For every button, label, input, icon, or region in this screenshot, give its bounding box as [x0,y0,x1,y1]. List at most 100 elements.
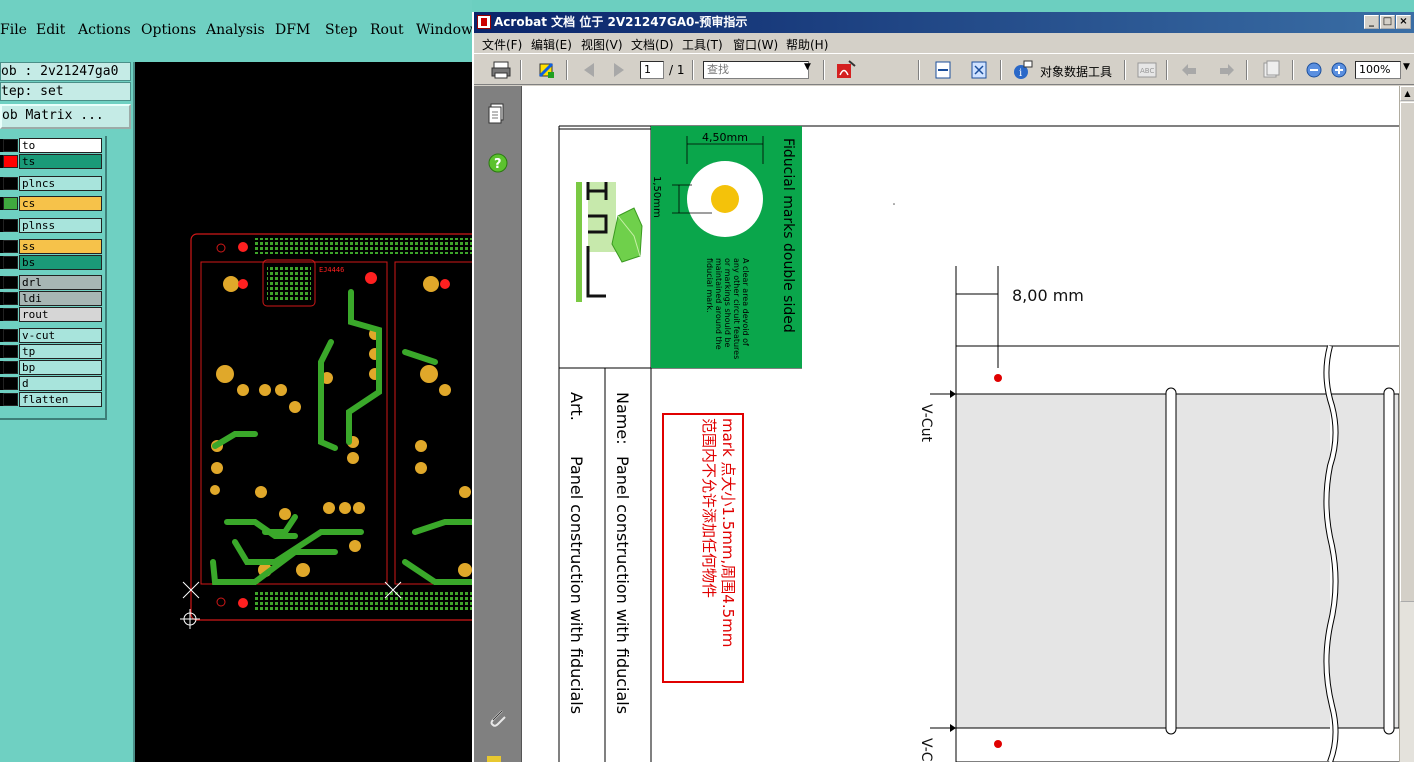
layer-name[interactable]: ss [19,239,102,254]
job-field[interactable]: ob : 2v21247ga0 [0,62,131,81]
cad-menu-analysis[interactable]: Analysis [206,22,265,38]
layer-row-drl[interactable]: drl [0,275,104,290]
acrobat-menu-item[interactable]: 文件(F) [482,36,522,53]
company-logo [576,182,643,302]
maximize-button[interactable]: □ [1380,15,1395,29]
next-page-icon[interactable] [608,60,630,80]
fiducial-inner-dimension: 1,50mm [651,176,662,218]
acrobat-menu-item[interactable]: 工具(T) [682,36,723,53]
layer-display-swatch[interactable] [3,155,18,168]
layer-name[interactable]: plnss [19,218,102,233]
layer-display-swatch[interactable] [3,329,18,342]
layer-row-rout[interactable]: rout [0,307,104,322]
cad-menu-step[interactable]: Step [325,22,357,38]
layer-name[interactable]: drl [19,275,102,290]
layer-row-ts[interactable]: ts [0,154,104,169]
layer-row-v-cut[interactable]: v-cut [0,328,104,343]
layer-display-swatch[interactable] [3,177,18,190]
cad-menu-windows[interactable]: Windows [416,22,480,38]
cad-menu-rout[interactable]: Rout [370,22,404,38]
attachment-icon[interactable] [486,706,508,728]
rotate-right-icon[interactable] [1216,60,1238,80]
vertical-scrollbar[interactable]: ▲ [1399,86,1414,762]
fit-width-icon[interactable] [932,60,954,80]
layer-display-swatch[interactable] [3,345,18,358]
layer-name[interactable]: plncs [19,176,102,191]
layer-row-bp[interactable]: bp [0,360,104,375]
layer-display-swatch[interactable] [3,219,18,232]
cad-menu-edit[interactable]: Edit [36,22,65,38]
layer-name[interactable]: cs [19,196,102,211]
layer-row-plncs[interactable]: plncs [0,176,104,191]
create-pdf-icon[interactable] [835,60,857,80]
object-data-tool-label[interactable]: 对象数据工具 [1040,63,1112,80]
cad-menu-actions[interactable]: Actions [78,22,131,38]
pages-icon[interactable] [486,102,508,126]
object-data-tool-icon[interactable]: i [1012,60,1034,80]
layer-row-tp[interactable]: tp [0,344,104,359]
layer-name[interactable]: bs [19,255,102,270]
acrobat-titlebar[interactable]: Acrobat 文档 位于 2V21247GA0-预审指示 _ □ × [474,12,1414,33]
zoom-out-icon[interactable] [1303,60,1325,80]
layer-name[interactable]: to [19,138,102,153]
search-dropdown-chevron-icon[interactable]: ▼ [804,62,811,72]
step-field[interactable]: tep: set [0,82,131,101]
pcb-silk-label: EJ4446 [319,266,344,274]
cad-graphics-canvas[interactable]: EJ4446 [133,62,474,762]
help-icon[interactable]: ? [487,152,509,174]
layer-row-bs[interactable]: bs [0,255,104,270]
layer-display-swatch[interactable] [3,256,18,269]
layer-row-d[interactable]: d [0,376,104,391]
scroll-up-icon[interactable]: ▲ [1400,86,1414,101]
page-number-input[interactable]: 1 [640,61,664,79]
zoom-in-icon[interactable] [1328,60,1350,80]
layer-display-swatch[interactable] [3,240,18,253]
layer-row-cs[interactable]: cs [0,196,104,211]
fit-page-icon[interactable] [968,60,990,80]
layer-row-flatten[interactable]: flatten [0,392,104,407]
layer-name[interactable]: flatten [19,392,102,407]
layer-display-swatch[interactable] [3,377,18,390]
spell-check-icon[interactable]: ABC [1136,60,1158,80]
acrobat-menu-item[interactable]: 帮助(H) [786,36,828,53]
layer-display-swatch[interactable] [3,361,18,374]
layer-name[interactable]: v-cut [19,328,102,343]
comments-icon[interactable] [487,756,501,762]
acrobat-menu-item[interactable]: 文档(D) [631,36,674,53]
cad-menu-options[interactable]: Options [141,22,196,38]
scrollbar-thumb[interactable] [1400,102,1414,602]
layer-name[interactable]: rout [19,307,102,322]
job-matrix-button[interactable]: ob Matrix ... [0,104,131,129]
layer-display-swatch[interactable] [3,393,18,406]
layer-display-swatch[interactable] [3,276,18,289]
layer-display-swatch[interactable] [3,139,18,152]
minimize-button[interactable]: _ [1364,15,1379,29]
pdf-document-view[interactable]: 4,50mm 1,50mm Fiducial marks double side… [522,86,1399,762]
layer-display-swatch[interactable] [3,308,18,321]
rotate-left-icon[interactable] [1178,60,1200,80]
cad-menu-dfm[interactable]: DFM [275,22,310,38]
zoom-dropdown-chevron-icon[interactable]: ▼ [1403,62,1410,72]
layer-row-plnss[interactable]: plnss [0,218,104,233]
search-input[interactable]: 查找 [703,61,809,79]
cad-menu-file[interactable]: File [0,22,27,38]
previous-page-icon[interactable] [578,60,600,80]
layer-name[interactable]: tp [19,344,102,359]
layer-row-ldi[interactable]: ldi [0,291,104,306]
layer-display-swatch[interactable] [3,292,18,305]
page-layout-icon[interactable] [1260,60,1282,80]
acrobat-menu-item[interactable]: 窗口(W) [733,36,778,53]
color-picker-icon[interactable] [536,60,558,80]
print-icon[interactable] [490,60,512,80]
layer-display-swatch[interactable] [3,197,18,210]
layer-name[interactable]: ts [19,154,102,169]
layer-name[interactable]: d [19,376,102,391]
acrobat-menu-item[interactable]: 编辑(E) [531,36,572,53]
layer-name[interactable]: bp [19,360,102,375]
acrobat-menu-item[interactable]: 视图(V) [581,36,623,53]
close-button[interactable]: × [1396,15,1411,29]
layer-name[interactable]: ldi [19,291,102,306]
zoom-level-input[interactable]: 100% [1355,61,1401,79]
layer-row-ss[interactable]: ss [0,239,104,254]
layer-row-to[interactable]: to [0,138,104,153]
